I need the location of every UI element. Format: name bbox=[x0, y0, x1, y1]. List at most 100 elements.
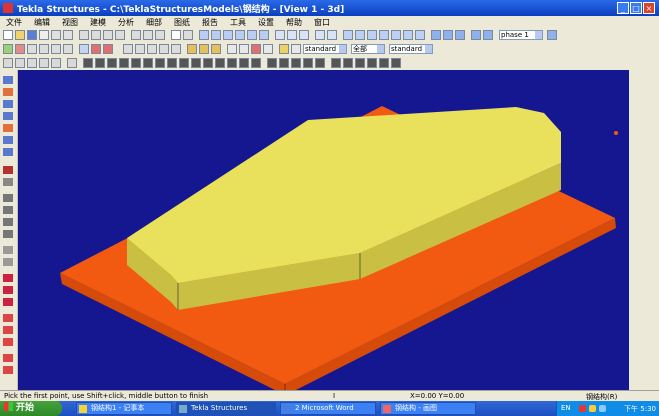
depth-icon[interactable] bbox=[3, 246, 13, 254]
zoom-in-icon[interactable] bbox=[79, 30, 89, 40]
filter-combo[interactable]: standard bbox=[389, 44, 433, 54]
cut-icon[interactable] bbox=[403, 30, 413, 40]
filter-icon[interactable] bbox=[315, 30, 325, 40]
stop-icon[interactable] bbox=[251, 44, 261, 54]
snap-center-icon[interactable] bbox=[235, 30, 245, 40]
plane-auto-icon[interactable] bbox=[3, 230, 13, 238]
zoom-out-icon[interactable] bbox=[91, 30, 101, 40]
undo-icon[interactable] bbox=[51, 30, 61, 40]
snap-mid-icon[interactable] bbox=[223, 30, 233, 40]
render-icon[interactable] bbox=[171, 44, 181, 54]
slab-icon[interactable] bbox=[191, 58, 201, 68]
save-icon[interactable] bbox=[27, 30, 37, 40]
fitting-icon[interactable] bbox=[415, 30, 425, 40]
anchor-icon[interactable] bbox=[251, 58, 261, 68]
drawing-icon[interactable] bbox=[187, 44, 197, 54]
snap-override-icon[interactable] bbox=[3, 178, 13, 186]
menu-window[interactable]: 窗口 bbox=[314, 17, 330, 28]
menu-report[interactable]: 报告 bbox=[202, 17, 218, 28]
view-side-icon[interactable] bbox=[147, 44, 157, 54]
model-view-3d[interactable] bbox=[18, 70, 629, 390]
snap-any-icon[interactable] bbox=[3, 112, 13, 120]
snap-icon[interactable] bbox=[199, 30, 209, 40]
input-language[interactable]: EN bbox=[561, 404, 571, 412]
view-icon[interactable] bbox=[143, 30, 153, 40]
copy-icon[interactable] bbox=[51, 44, 61, 54]
select-assembly-icon[interactable] bbox=[299, 30, 309, 40]
combine-icon[interactable] bbox=[303, 58, 313, 68]
print-icon[interactable] bbox=[39, 30, 49, 40]
snap-mid-point-icon[interactable] bbox=[3, 314, 13, 322]
pencil-icon[interactable] bbox=[279, 44, 289, 54]
tray-icon-volume[interactable] bbox=[599, 405, 606, 412]
chamfer-icon[interactable] bbox=[279, 58, 289, 68]
plane-xy-icon[interactable] bbox=[3, 194, 13, 202]
select-part-icon[interactable] bbox=[287, 30, 297, 40]
task-notepad[interactable]: 钢结构1 - 记事本 bbox=[76, 402, 172, 415]
strip-icon[interactable] bbox=[179, 58, 189, 68]
move-icon[interactable] bbox=[39, 44, 49, 54]
snap-tangent-icon[interactable] bbox=[3, 326, 13, 334]
align-icon[interactable] bbox=[15, 58, 25, 68]
pour-icon[interactable] bbox=[379, 58, 389, 68]
detach-icon[interactable] bbox=[331, 58, 341, 68]
snap-extension-icon[interactable] bbox=[3, 148, 13, 156]
view-top-icon[interactable] bbox=[135, 44, 145, 54]
point-icon[interactable] bbox=[15, 44, 25, 54]
zoom-window-icon[interactable] bbox=[103, 30, 113, 40]
close-button[interactable]: × bbox=[643, 2, 655, 14]
wall-icon[interactable] bbox=[203, 58, 213, 68]
start-button[interactable]: 开始 bbox=[0, 401, 62, 416]
show-icon[interactable] bbox=[239, 44, 249, 54]
snap-perpendicular-icon[interactable] bbox=[3, 136, 13, 144]
snap-quadrant-icon[interactable] bbox=[3, 338, 13, 346]
menu-file[interactable]: 文件 bbox=[6, 17, 22, 28]
clash-icon[interactable] bbox=[483, 30, 493, 40]
measure-icon[interactable] bbox=[183, 30, 193, 40]
rebar-icon[interactable] bbox=[227, 58, 237, 68]
bolt-icon[interactable] bbox=[379, 30, 389, 40]
snap-edge-icon[interactable] bbox=[3, 354, 13, 362]
beam-icon[interactable] bbox=[343, 30, 353, 40]
hide-icon[interactable] bbox=[227, 44, 237, 54]
beam-tool-icon[interactable] bbox=[67, 58, 77, 68]
properties-icon[interactable] bbox=[327, 30, 337, 40]
snap-line-icon[interactable] bbox=[247, 30, 257, 40]
select-icon[interactable] bbox=[275, 30, 285, 40]
arrow-left-icon[interactable] bbox=[27, 58, 37, 68]
edit-icon[interactable] bbox=[263, 44, 273, 54]
layer-icon[interactable] bbox=[211, 44, 221, 54]
plane-icon[interactable] bbox=[79, 44, 89, 54]
pan-icon[interactable] bbox=[115, 30, 125, 40]
work-plane-icon[interactable] bbox=[3, 58, 13, 68]
snap-end-icon[interactable] bbox=[211, 30, 221, 40]
task-paint[interactable]: 钢结构 - 画图 bbox=[380, 402, 476, 415]
rail-icon[interactable] bbox=[155, 58, 165, 68]
menu-tools[interactable]: 工具 bbox=[230, 17, 246, 28]
open-icon[interactable] bbox=[15, 30, 25, 40]
arrow-right-icon[interactable] bbox=[39, 58, 49, 68]
subassembly-icon[interactable] bbox=[355, 58, 365, 68]
phase-combo[interactable]: phase 1 bbox=[499, 30, 543, 40]
menu-analysis[interactable]: 分析 bbox=[118, 17, 134, 28]
catalog-icon[interactable] bbox=[443, 30, 453, 40]
task-word[interactable]: 2 Microsoft Word bbox=[280, 402, 376, 415]
snap-nearest-icon[interactable] bbox=[3, 100, 13, 108]
snap-geometry-icon[interactable] bbox=[3, 88, 13, 96]
snap-end-point-icon[interactable] bbox=[3, 274, 13, 282]
assembly-icon[interactable] bbox=[343, 58, 353, 68]
depth-middle-icon[interactable] bbox=[3, 258, 13, 266]
erase-icon[interactable] bbox=[103, 44, 113, 54]
new-icon[interactable] bbox=[3, 30, 13, 40]
menu-settings[interactable]: 设置 bbox=[258, 17, 274, 28]
menu-detailing[interactable]: 细部 bbox=[146, 17, 162, 28]
weld-icon[interactable] bbox=[391, 30, 401, 40]
brace-icon[interactable] bbox=[107, 58, 117, 68]
numbering-icon[interactable] bbox=[471, 30, 481, 40]
macro-icon[interactable] bbox=[455, 30, 465, 40]
maximize-button[interactable]: □ bbox=[630, 2, 642, 14]
hole-icon[interactable] bbox=[267, 58, 277, 68]
menu-model[interactable]: 建模 bbox=[90, 17, 106, 28]
menu-drawing[interactable]: 图纸 bbox=[174, 17, 190, 28]
redo-icon[interactable] bbox=[63, 30, 73, 40]
